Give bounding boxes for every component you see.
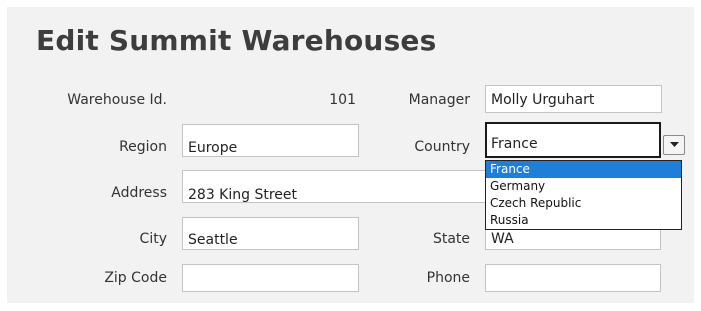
city-field[interactable]: Seattle: [182, 217, 359, 250]
chevron-down-icon: [670, 142, 679, 147]
state-label: State: [432, 231, 470, 247]
country-option[interactable]: Czech Republic: [486, 195, 681, 212]
country-option[interactable]: Germany: [486, 178, 681, 195]
city-label: City: [139, 231, 167, 247]
phone-field[interactable]: [485, 264, 661, 292]
phone-label: Phone: [426, 270, 470, 286]
country-select[interactable]: France: [485, 122, 661, 158]
warehouse-id-value: 101: [329, 92, 356, 108]
country-dropdown-button[interactable]: [663, 135, 685, 155]
manager-label: Manager: [408, 92, 470, 108]
page-title: Edit Summit Warehouses: [36, 24, 437, 57]
country-option[interactable]: France: [486, 161, 681, 178]
region-label: Region: [119, 139, 167, 155]
country-label: Country: [414, 139, 470, 155]
address-label: Address: [111, 185, 167, 201]
zip-code-label: Zip Code: [104, 270, 167, 286]
zip-code-field[interactable]: [182, 264, 359, 292]
region-field[interactable]: Europe: [182, 124, 359, 157]
country-option[interactable]: Russia: [486, 212, 681, 229]
address-field[interactable]: 283 King Street: [182, 170, 500, 203]
manager-field[interactable]: Molly Urguhart: [485, 85, 662, 113]
country-options-list: France Germany Czech Republic Russia: [485, 160, 682, 230]
warehouse-id-label: Warehouse Id.: [67, 92, 167, 108]
